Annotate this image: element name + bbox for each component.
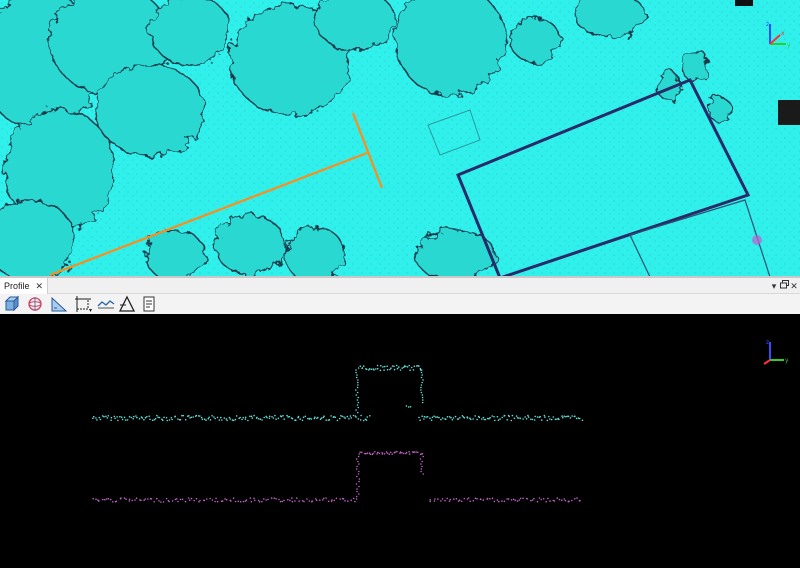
orbit-icon[interactable] bbox=[26, 295, 44, 313]
svg-text:▾: ▾ bbox=[89, 307, 92, 313]
svg-text:y: y bbox=[785, 357, 789, 364]
select-box-icon[interactable]: ▾ bbox=[74, 295, 92, 313]
profile-view-canvas[interactable]: z y bbox=[0, 314, 800, 568]
close-icon[interactable]: ✕ bbox=[36, 281, 44, 292]
plan-view-canvas[interactable]: z y x bbox=[0, 0, 800, 277]
profile-align-icon[interactable] bbox=[97, 295, 115, 313]
profile-points bbox=[92, 364, 584, 503]
triangle-measure-icon[interactable] bbox=[118, 295, 136, 313]
report-icon[interactable] bbox=[140, 295, 158, 313]
tab-profile-label: Profile bbox=[4, 281, 30, 291]
svg-text:x: x bbox=[781, 30, 785, 37]
measure-slope-icon[interactable] bbox=[50, 295, 68, 313]
svg-text:y: y bbox=[787, 42, 791, 49]
axis-gizmo: z y x bbox=[766, 21, 791, 49]
profile-toolbar: ▾ bbox=[0, 294, 800, 314]
point-cloud-plan bbox=[0, 0, 800, 277]
cube-view-icon[interactable] bbox=[3, 295, 21, 313]
profile-tab-bar: Profile ✕ ▾ ✕ bbox=[0, 278, 800, 294]
axis-gizmo-profile: z y bbox=[763, 339, 789, 365]
tab-profile[interactable]: Profile ✕ bbox=[0, 278, 49, 294]
close-panel-icon[interactable]: ✕ bbox=[788, 279, 800, 293]
svg-text:z: z bbox=[766, 21, 769, 28]
svg-text:z: z bbox=[766, 339, 769, 346]
